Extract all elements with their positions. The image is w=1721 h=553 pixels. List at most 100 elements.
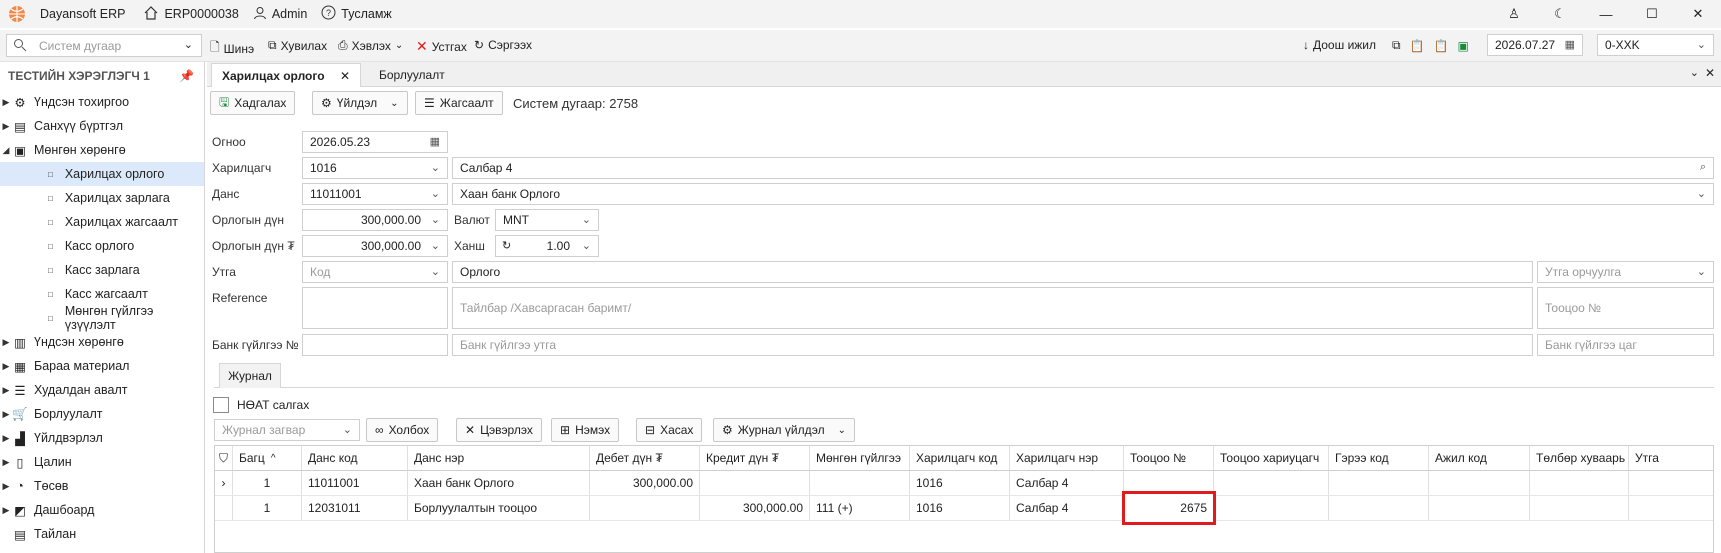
nav-subitem[interactable]: □ Мөнгөн гүйлгээ үзүүлэлт	[0, 304, 204, 332]
close-tab-icon[interactable]: ✕	[340, 69, 350, 83]
refresh-icon[interactable]: ↻	[502, 239, 511, 252]
help-button[interactable]: ? Тусламж	[321, 5, 392, 23]
paste-icon[interactable]: 📋	[1410, 39, 1425, 53]
copy-button[interactable]: ⧉ Хувилах	[268, 38, 327, 53]
account-name-field[interactable]: Хаан банк Орлого ⌄	[452, 183, 1714, 205]
nav-item[interactable]: ▶ ▟ Үйлдвэрлэл	[0, 426, 204, 450]
cell[interactable]: 111 (+)	[810, 496, 910, 520]
nav-item[interactable]: ▶ ⚙ Үндсэн тохиргоо	[0, 90, 204, 114]
bank-number-field[interactable]	[302, 334, 448, 356]
expand-icon[interactable]: ▶	[0, 505, 12, 516]
table-row[interactable]: 1 12031011 Борлуулалтын тооцоо 300,000.0…	[215, 491, 1713, 525]
print-button[interactable]: ⎙ Хэвлэх ⌄	[338, 38, 403, 53]
col-header[interactable]: Төлбөр хуваарь	[1530, 446, 1629, 470]
filter-icon[interactable]: ⛉	[215, 446, 233, 470]
link-button[interactable]: ∞ Холбох	[366, 418, 439, 442]
nav-item[interactable]: ◢ ▣ Мөнгөн хөрөнгө	[0, 138, 204, 162]
tab-journal[interactable]: Журнал	[219, 363, 281, 388]
settlement-number-field[interactable]: Тооцоо №	[1537, 287, 1714, 329]
cell[interactable]: 300,000.00	[700, 496, 810, 520]
expand-icon[interactable]: ▶	[0, 361, 12, 372]
col-header[interactable]: Кредит дүн ₮	[700, 446, 810, 470]
cell[interactable]	[1124, 471, 1214, 495]
cell[interactable]: 1	[233, 471, 302, 495]
download-button[interactable]: ↓ Доош ижил	[1303, 38, 1376, 52]
cell[interactable]: 11011001	[302, 471, 408, 495]
close-icon[interactable]: ✕	[1705, 66, 1715, 80]
bank-purpose-field[interactable]: Банк гүйлгээ утга	[452, 334, 1533, 356]
expand-icon[interactable]: ▶	[0, 481, 12, 492]
close-window-button[interactable]: ✕	[1675, 0, 1721, 28]
copy-doc-icon[interactable]: ⧉	[1392, 38, 1401, 53]
row-handle[interactable]	[215, 496, 233, 520]
nav-subitem[interactable]: □ Касс орлого	[0, 234, 204, 258]
clipboard-icon[interactable]: 📋	[1434, 39, 1449, 53]
table-row[interactable]: › 1 11011001 Хаан банк Орлого 300,000.00…	[215, 471, 1713, 496]
translate-field[interactable]: Утга орчуулга ⌄	[1537, 261, 1714, 283]
date-field[interactable]: 2026.05.23 ▦	[302, 131, 448, 153]
purpose-code-field[interactable]: Код ⌄	[302, 261, 448, 283]
row-expand-icon[interactable]: ›	[215, 471, 233, 495]
col-header[interactable]: Багц ^	[233, 446, 302, 470]
company-button[interactable]: ERP0000038	[143, 5, 239, 23]
collapse-icon[interactable]: ◢	[0, 145, 12, 156]
cell[interactable]	[1530, 496, 1629, 520]
amount-mnt-field[interactable]: 300,000.00 ⌄	[302, 235, 448, 257]
export-icon[interactable]: ▣	[1457, 39, 1468, 53]
refresh-button[interactable]: ↻ Сэргээх	[474, 38, 532, 52]
cell[interactable]	[1329, 496, 1429, 520]
col-header[interactable]: Тооцоо №	[1124, 446, 1214, 470]
col-header[interactable]: Дебет дүн ₮	[590, 446, 700, 470]
add-row-button[interactable]: ⊞ Нэмэх	[551, 418, 620, 442]
cell[interactable]	[1629, 471, 1713, 495]
col-header[interactable]: Данс код	[302, 446, 408, 470]
nav-subitem[interactable]: □ Харилцах жагсаалт	[0, 210, 204, 234]
maximize-button[interactable]: ☐	[1629, 0, 1675, 28]
cell[interactable]	[1329, 471, 1429, 495]
col-header[interactable]: Тооцоо хариуцагч	[1214, 446, 1329, 470]
cell[interactable]	[590, 496, 700, 520]
tab-borluulalt[interactable]: Борлуулалт	[369, 63, 455, 87]
cell[interactable]: 1016	[910, 496, 1010, 520]
expand-icon[interactable]: ▶	[0, 433, 12, 444]
settlement-cell-highlighted[interactable]: 2675	[1122, 491, 1216, 525]
chevron-down-icon[interactable]: ⌄	[1690, 66, 1699, 79]
clear-button[interactable]: ✕ Цэвэрлэх	[456, 418, 542, 442]
cell[interactable]: Борлуулалтын тооцоо	[408, 496, 590, 520]
col-header[interactable]: Данс нэр	[408, 446, 590, 470]
delete-button[interactable]: ✕ Устгах	[416, 38, 467, 55]
minimize-button[interactable]: —	[1583, 0, 1629, 28]
nav-item[interactable]: ▶ ▥ Үндсэн хөрөнгө	[0, 330, 204, 354]
user-button[interactable]: Admin	[253, 6, 307, 23]
search-icon[interactable]: ⌕	[1700, 161, 1706, 174]
nav-item[interactable]: ▶ ▯ Цалин	[0, 450, 204, 474]
nav-item[interactable]: ▶ ▦ Бараа материал	[0, 354, 204, 378]
expand-icon[interactable]: ▶	[0, 457, 12, 468]
date-picker[interactable]: 2026.07.27 ▦	[1487, 34, 1583, 56]
cell[interactable]	[1530, 471, 1629, 495]
journal-template-select[interactable]: Журнал загвар ⌄	[214, 419, 360, 441]
nav-item[interactable]: ▶ 🛒 Борлуулалт	[0, 402, 204, 426]
branch-select[interactable]: 0-XXK ⌄	[1597, 34, 1714, 56]
cell[interactable]: 300,000.00	[590, 471, 700, 495]
nav-item[interactable]: ▶ ◔ Төсөв	[0, 474, 204, 498]
rate-field[interactable]: ↻ 1.00 ⌄	[495, 235, 599, 257]
robot-icon[interactable]: ♙	[1491, 0, 1537, 28]
reference-field[interactable]	[302, 287, 448, 329]
col-header[interactable]: Харилцагч нэр	[1010, 446, 1124, 470]
remove-row-button[interactable]: ⊟ Хасах	[636, 418, 703, 442]
nav-item[interactable]: ▶ ☰ Худалдан авалт	[0, 378, 204, 402]
cell[interactable]	[1214, 496, 1329, 520]
checkbox-box[interactable]	[213, 397, 229, 413]
save-button[interactable]: 🖫 Хадгалах	[210, 91, 296, 115]
journal-ops-button[interactable]: ⚙ Журнал үйлдэл ⌄	[713, 418, 855, 442]
vat-checkbox[interactable]: НӨАТ салгах	[213, 397, 309, 413]
cell[interactable]: 1	[233, 496, 302, 520]
expand-icon[interactable]: ▶	[0, 121, 12, 132]
expand-icon[interactable]: ▶	[0, 97, 12, 108]
nav-subitem-selected[interactable]: □ Харилцах орлого	[0, 162, 204, 186]
customer-name-field[interactable]: Салбар 4 ⌕	[452, 157, 1714, 179]
operation-button[interactable]: ⚙ Үйлдэл ⌄	[312, 91, 408, 115]
nav-item[interactable]: ▶ ▤ Санхүү бүртгэл	[0, 114, 204, 138]
cell[interactable]	[1429, 496, 1530, 520]
